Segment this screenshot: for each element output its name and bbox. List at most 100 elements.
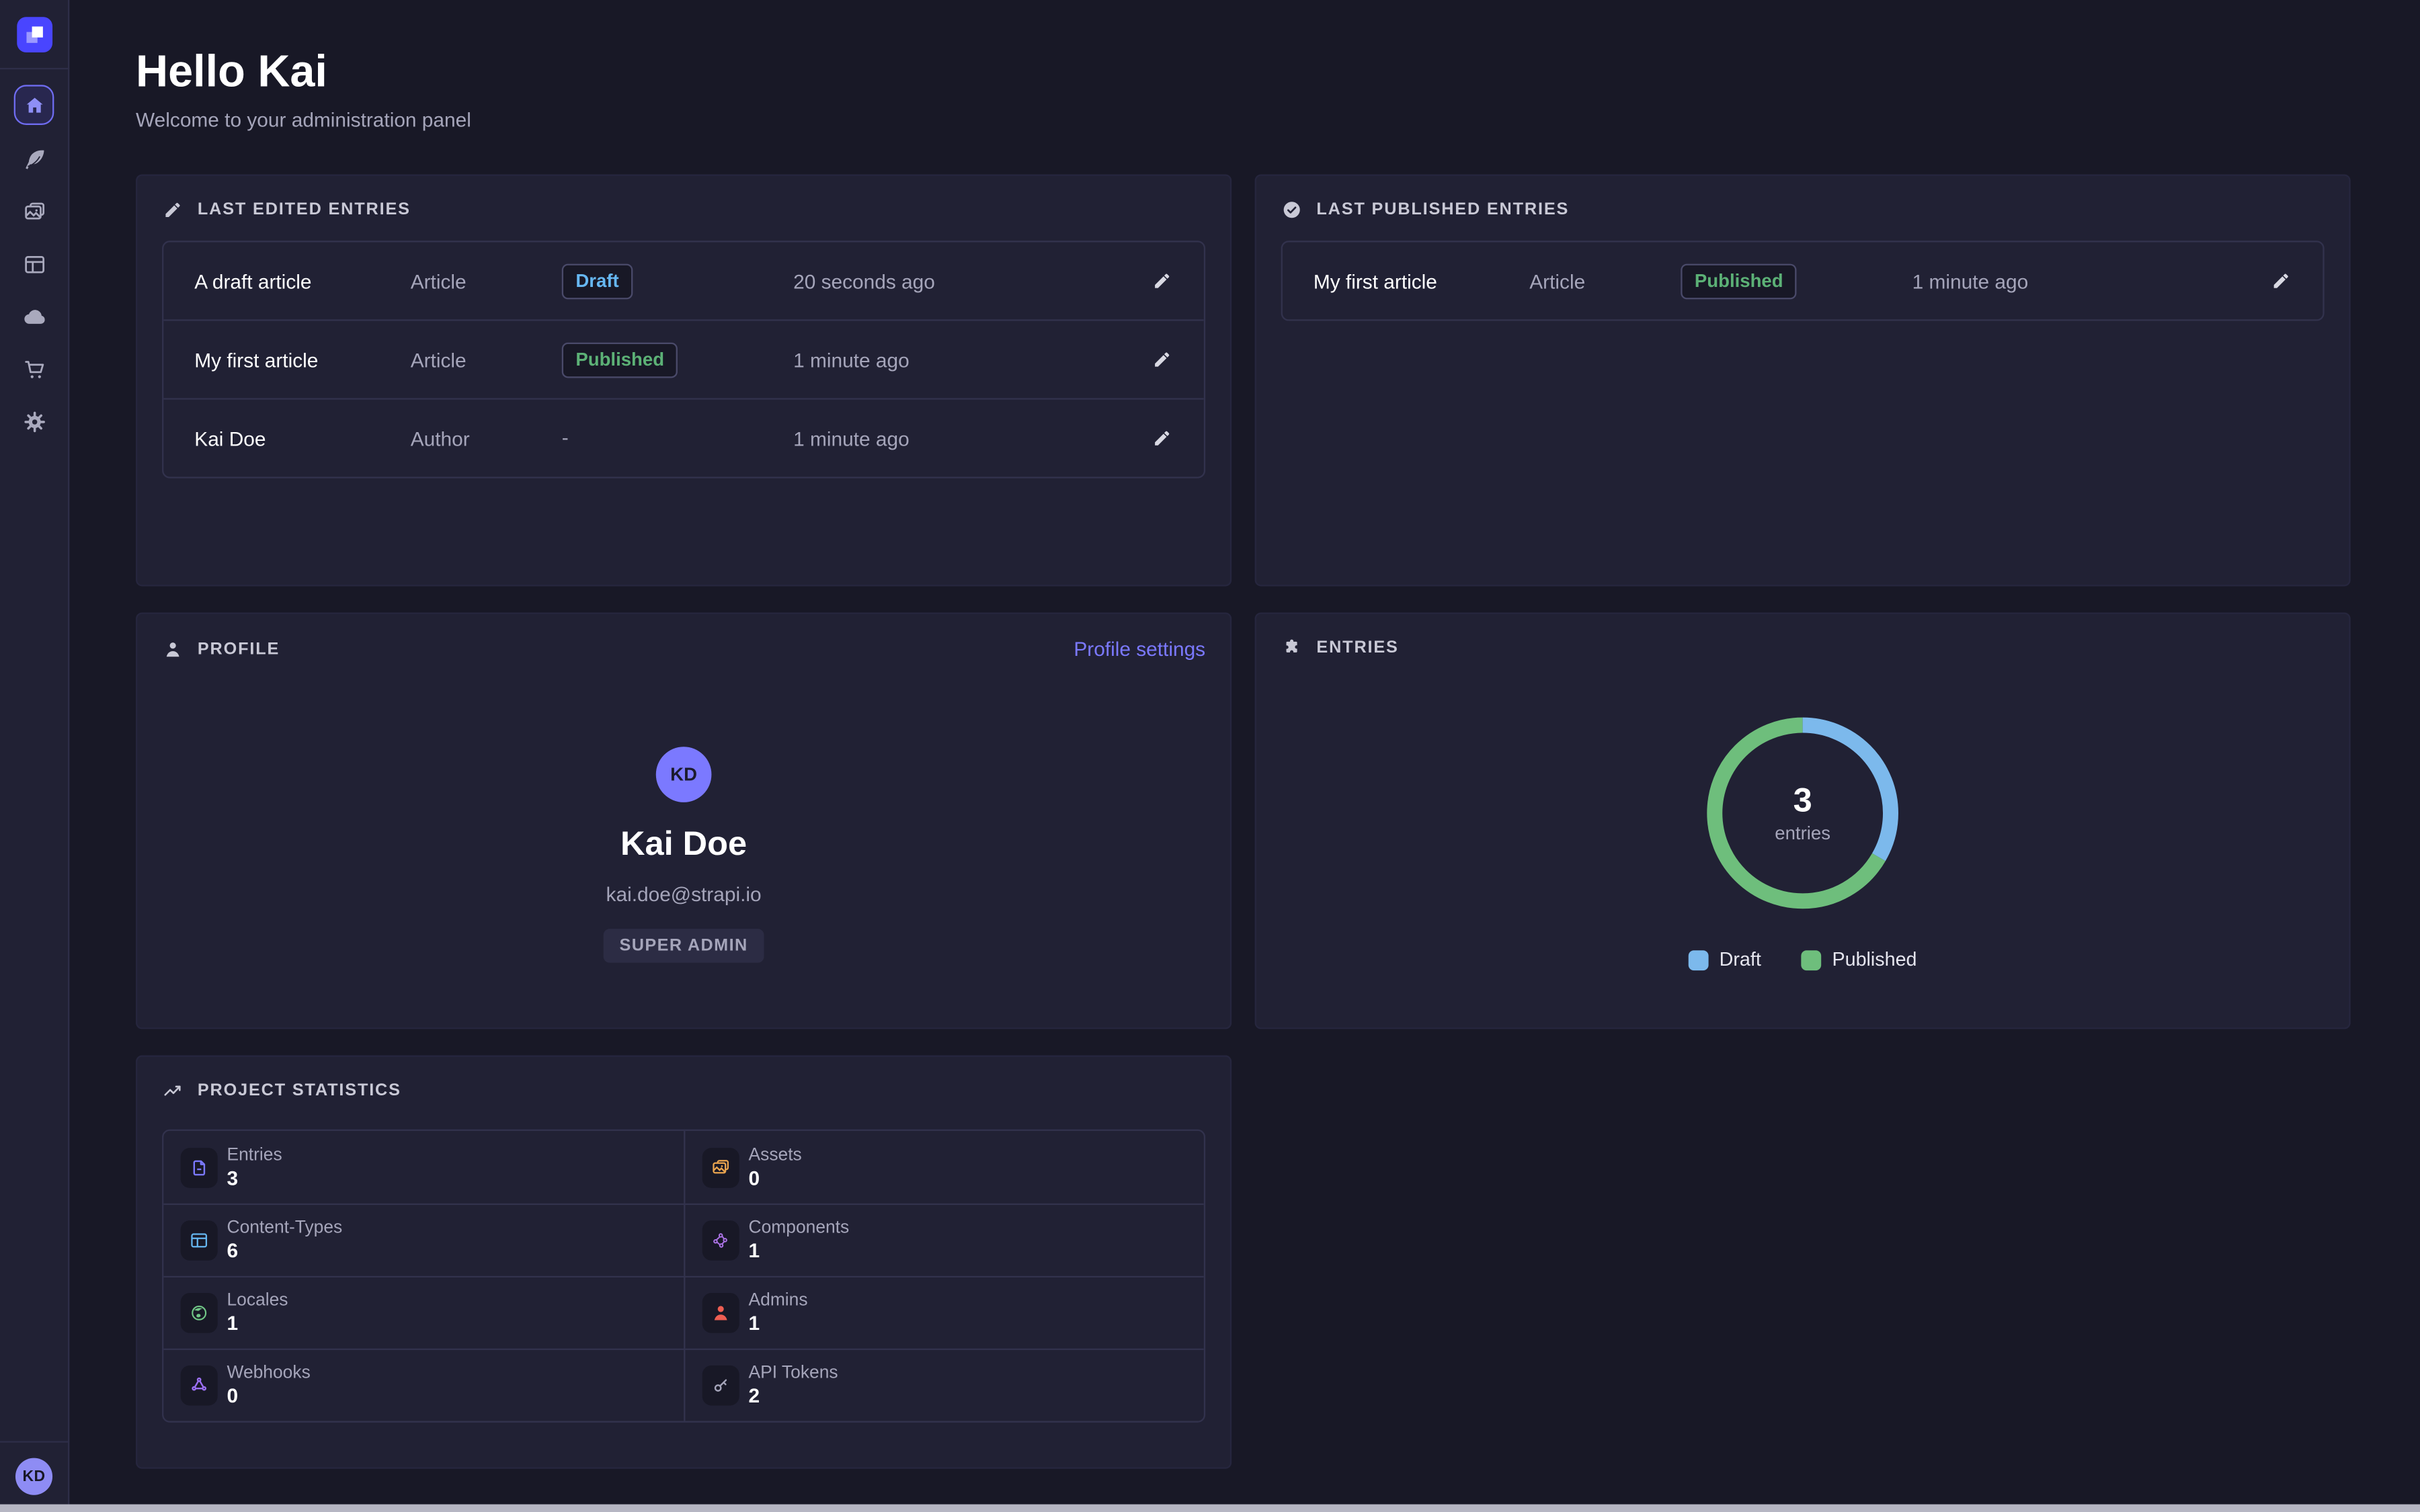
widgets-grid: LAST EDITED ENTRIES A draft article Arti… [136,174,2351,1468]
icon-tile [181,1147,218,1187]
note-icon [188,1157,210,1178]
globe-icon [188,1302,210,1324]
main-content: Hello Kai Welcome to your administration… [69,0,2420,1512]
entry-row[interactable]: My first article Article Published 1 min… [1283,242,2323,319]
entry-kind: Author [411,427,562,450]
entries-count: 3 [1793,783,1812,817]
legend-item-draft: Draft [1689,949,1761,970]
status-badge: Published [1681,263,1797,298]
sidebar-nav [7,69,60,448]
entry-kind: Article [411,348,562,371]
card-header: PROJECT STATISTICS [162,1080,1205,1101]
sidebar-item-deploy[interactable] [7,290,60,343]
role-badge: SUPER ADMIN [604,929,764,963]
icon-tile [181,1366,218,1406]
project-statistics-card: PROJECT STATISTICS Entries 3 [136,1055,1232,1468]
stat-cell-locales: Locales 1 [163,1276,684,1349]
layout-icon [21,251,47,277]
stat-cell-entries: Entries 3 [163,1131,684,1204]
edit-entry-button[interactable] [1136,349,1173,370]
edit-entry-button[interactable] [1136,427,1173,449]
chart-legend: Draft Published [1281,949,2325,970]
page-title: Hello Kai [136,46,2351,99]
entries-donut-chart: 3 entries [1704,714,1902,912]
profile-body: KD Kai Doe kai.doe@strapi.io SUPER ADMIN [162,661,1205,963]
profile-name: Kai Doe [620,824,747,864]
edit-entry-button[interactable] [1136,270,1173,292]
edit-entry-button[interactable] [2255,270,2292,292]
legend-item-published: Published [1802,949,1917,970]
stat-value: 1 [227,1313,288,1335]
entry-title: A draft article [194,269,410,292]
images-icon [21,198,47,224]
stat-meta: Assets 0 [749,1146,802,1189]
workspace-logo-button[interactable] [16,17,52,52]
entries-unit: entries [1775,822,1830,843]
sidebar-item-media-library[interactable] [7,185,60,238]
stat-meta: Entries 3 [227,1146,282,1189]
stat-cell-admins: Admins 1 [684,1276,1204,1349]
sidebar-item-marketplace[interactable] [7,343,60,395]
entry-time: 1 minute ago [793,348,1136,371]
entry-row[interactable]: My first article Article Published 1 min… [163,319,1203,398]
stat-value: 3 [227,1167,282,1189]
stat-cell-webhooks: Webhooks 0 [163,1349,684,1421]
card-header-left: PROFILE [162,638,280,659]
stat-label: Locales [227,1292,288,1310]
stat-value: 6 [227,1241,343,1262]
strapi-logo-icon [21,22,47,48]
puzzle-icon [1281,637,1303,659]
sidebar-item-content-type-builder[interactable] [7,238,60,290]
published-swatch [1802,950,1822,970]
stat-value: 0 [227,1386,311,1407]
horizontal-scrollbar[interactable] [0,1505,2420,1512]
stat-value: 1 [749,1313,808,1335]
home-icon [22,93,45,116]
entry-time: 1 minute ago [793,427,1136,450]
card-title: PROJECT STATISTICS [198,1081,401,1100]
page-subtitle: Welcome to your administration panel [136,108,2351,133]
profile-settings-link[interactable]: Profile settings [1074,637,1205,660]
entry-row[interactable]: Kai Doe Author - 1 minute ago [163,398,1203,476]
sidebar-item-content-manager[interactable] [7,132,60,185]
feather-icon [21,146,47,172]
card-title: LAST PUBLISHED ENTRIES [1316,200,1569,219]
entries-table: A draft article Article Draft 20 seconds… [162,241,1205,478]
stat-label: Assets [749,1146,802,1165]
sidebar-item-settings[interactable] [7,395,60,448]
admin-person-icon [710,1302,731,1324]
stat-meta: Locales 1 [227,1292,288,1335]
card-title: LAST EDITED ENTRIES [198,200,411,219]
pencil-icon [1152,270,1173,292]
entry-title: My first article [1314,269,1529,292]
stat-cell-api-tokens: API Tokens 2 [684,1349,1204,1421]
entry-status: Published [562,342,793,378]
icon-tile [181,1220,218,1261]
pencil-icon [1152,427,1173,449]
entry-status: Draft [562,263,793,298]
key-icon [710,1375,731,1396]
icon-tile [702,1220,739,1261]
legend-label: Published [1832,949,1917,970]
profile-email: kai.doe@strapi.io [606,882,762,905]
entry-time: 1 minute ago [1912,269,2255,292]
stat-label: Admins [749,1292,808,1310]
stat-value: 0 [749,1167,802,1189]
card-header: LAST PUBLISHED ENTRIES [1281,199,2325,220]
stat-value: 1 [749,1241,850,1262]
entry-row[interactable]: A draft article Article Draft 20 seconds… [163,242,1203,319]
legend-label: Draft [1720,949,1761,970]
sidebar-item-home[interactable] [14,85,54,125]
entry-title: My first article [194,348,410,371]
stats-table: Entries 3 [162,1130,1205,1423]
stat-cell-components: Components 1 [684,1204,1204,1276]
last-published-entries-card: LAST PUBLISHED ENTRIES My first article … [1255,174,2351,586]
stat-label: Entries [227,1146,282,1165]
user-avatar[interactable]: KD [15,1458,52,1495]
stat-meta: Admins 1 [749,1292,808,1335]
card-header: LAST EDITED ENTRIES [162,199,1205,220]
nodes-icon [710,1230,731,1251]
entry-time: 20 seconds ago [793,269,1136,292]
draft-swatch [1689,950,1709,970]
entry-title: Kai Doe [194,427,410,450]
